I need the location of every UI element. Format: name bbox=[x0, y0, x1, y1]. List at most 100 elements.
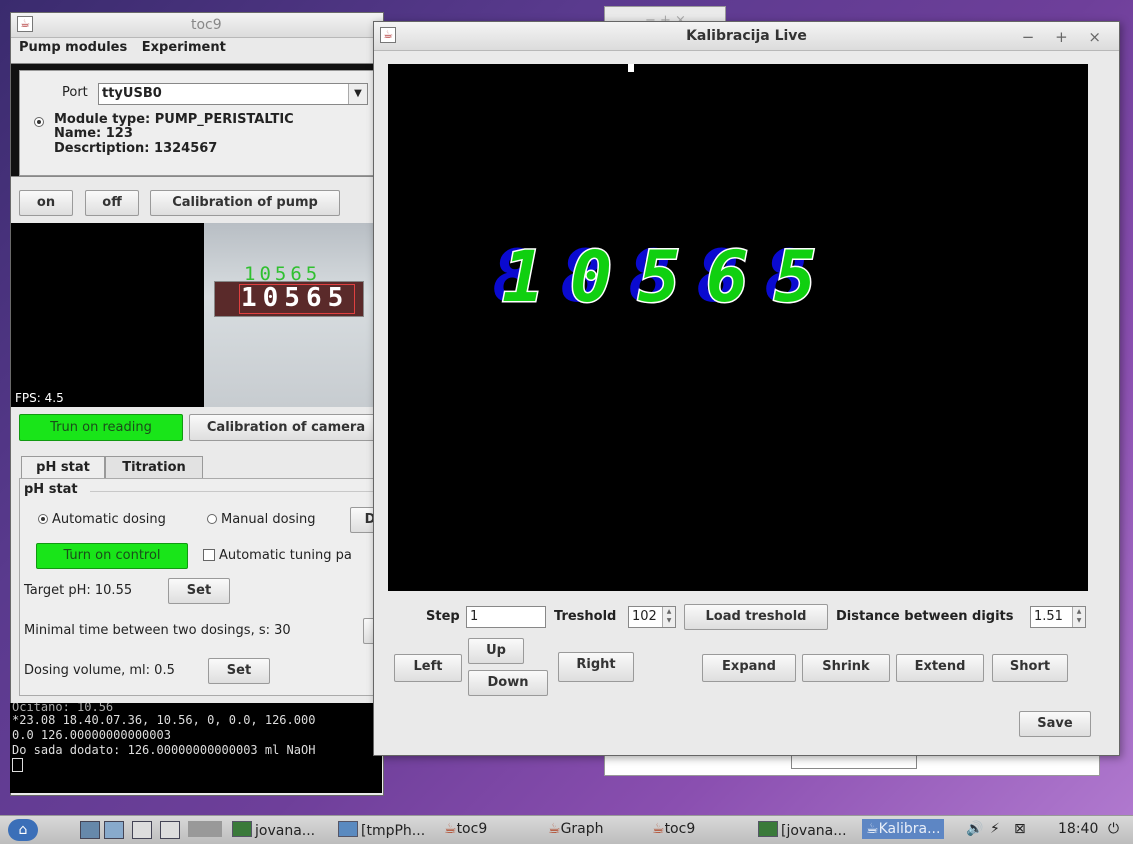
file-manager-icon[interactable] bbox=[80, 821, 100, 839]
distance-spinner[interactable]: 1.51 ▲ ▼ bbox=[1030, 606, 1086, 628]
console-line: 0.0 126.00000000000003 bbox=[12, 728, 171, 742]
on-button[interactable]: on bbox=[19, 190, 73, 216]
camera-preview-black: FPS: 4.5 bbox=[11, 223, 204, 407]
spinner-arrows-icon[interactable]: ▲ ▼ bbox=[662, 607, 675, 627]
network-icon[interactable]: ⊠ bbox=[1014, 821, 1026, 837]
dosing-volume-label: Dosing volume, ml: 0.5 bbox=[24, 663, 175, 678]
module-radio-indicator[interactable] bbox=[34, 117, 44, 127]
turn-on-control-button[interactable]: Turn on control bbox=[36, 543, 188, 569]
taskbar-item-tmpph[interactable]: [tmpPh... bbox=[338, 821, 425, 839]
java-icon: ☕ bbox=[652, 821, 665, 837]
folder-icon bbox=[338, 821, 358, 837]
step-input[interactable]: 1 bbox=[466, 606, 546, 628]
taskbar-item-kalibracija[interactable]: ☕Kalibra... bbox=[862, 819, 945, 839]
dosing-volume-set-button[interactable]: Set bbox=[208, 658, 270, 684]
auto-tuning-label: Automatic tuning pa bbox=[219, 548, 352, 563]
step-label: Step bbox=[426, 609, 460, 624]
workspace-3-icon[interactable] bbox=[188, 821, 222, 837]
taskbar-label: Kalibra... bbox=[878, 821, 941, 837]
module-type: Module type: PUMP_PERISTALTIC bbox=[54, 112, 294, 127]
chevron-down-icon[interactable]: ▼ bbox=[348, 84, 367, 104]
target-ph-set-button[interactable]: Set bbox=[168, 578, 230, 604]
tab-titration[interactable]: Titration bbox=[105, 456, 203, 479]
kalibracija-window: ☕ Kalibracija Live − + × 8180858685 Step… bbox=[373, 21, 1120, 756]
calibration-camera-button[interactable]: Calibration of camera bbox=[189, 414, 383, 441]
threshold-digit: 81 bbox=[492, 234, 558, 324]
distance-label: Distance between digits bbox=[836, 609, 1014, 624]
shrink-button[interactable]: Shrink bbox=[802, 654, 890, 682]
port-select[interactable]: ttyUSB0 ▼ bbox=[98, 83, 368, 105]
taskbar-item-graph[interactable]: ☕Graph bbox=[548, 821, 604, 837]
load-treshold-button[interactable]: Load treshold bbox=[684, 604, 828, 630]
min-time-label: Minimal time between two dosings, s: 30 bbox=[24, 623, 291, 638]
digit-value: 6 bbox=[704, 235, 749, 320]
workspace-1-icon[interactable] bbox=[132, 821, 152, 839]
left-button[interactable]: Left bbox=[394, 654, 462, 682]
expand-button[interactable]: Expand bbox=[702, 654, 796, 682]
automatic-dosing-indicator[interactable] bbox=[38, 514, 48, 524]
threshold-image-canvas: 8180858685 bbox=[388, 64, 1088, 591]
power-plug-icon[interactable]: ⚡ bbox=[990, 821, 1000, 837]
menu-experiment[interactable]: Experiment bbox=[142, 40, 226, 55]
main-window-title: toc9 bbox=[191, 17, 222, 33]
digit-row: 8180858685 bbox=[492, 234, 830, 324]
console-line: Do sada dodato: 126.00000000000003 ml Na… bbox=[12, 743, 316, 757]
tab-ph-stat[interactable]: pH stat bbox=[21, 456, 105, 479]
spinner-arrows-icon[interactable]: ▲ ▼ bbox=[1072, 607, 1085, 627]
turn-on-reading-button[interactable]: Trun on reading bbox=[19, 414, 183, 441]
start-menu-icon[interactable]: ⌂ bbox=[8, 819, 38, 841]
auto-tuning-box[interactable] bbox=[203, 549, 215, 561]
threshold-digit: 85 bbox=[764, 234, 830, 324]
ph-stat-panel: pH stat Automatic dosing Manual dosing D… bbox=[19, 478, 390, 696]
taskbar-label: jovana... bbox=[255, 823, 316, 839]
java-icon: ☕ bbox=[866, 821, 879, 837]
treshold-label: Treshold bbox=[554, 609, 617, 624]
taskbar-label: toc9 bbox=[456, 821, 488, 837]
menu-pump-modules[interactable]: Pump modules bbox=[19, 40, 127, 55]
manual-dosing-radio[interactable]: Manual dosing bbox=[207, 512, 315, 527]
clock: 18:40 bbox=[1058, 821, 1099, 837]
taskbar-item-jovana-2[interactable]: [jovana... bbox=[758, 821, 847, 839]
short-button[interactable]: Short bbox=[992, 654, 1068, 682]
manual-dosing-indicator[interactable] bbox=[207, 514, 217, 524]
taskbar-item-jovana-1[interactable]: jovana... bbox=[232, 821, 315, 839]
port-select-value: ttyUSB0 bbox=[102, 86, 162, 101]
threshold-digit: 86 bbox=[696, 234, 762, 324]
kalibracija-titlebar[interactable]: ☕ Kalibracija Live − + × bbox=[374, 22, 1119, 51]
console-line: Ocitano: 10.56 bbox=[12, 703, 114, 713]
calibration-pump-button[interactable]: Calibration of pump bbox=[150, 190, 340, 216]
window-controls[interactable]: − + × bbox=[1022, 28, 1109, 46]
module-panel-frame: Port ttyUSB0 ▼ Module type: PUMP_PERISTA… bbox=[11, 63, 383, 177]
automatic-dosing-radio[interactable]: Automatic dosing bbox=[38, 512, 166, 527]
fps-label: FPS: 4.5 bbox=[15, 391, 64, 405]
digit-detection-box bbox=[239, 284, 355, 314]
main-window: ☕ toc9 Pump modules Experiment Port ttyU… bbox=[10, 12, 390, 796]
off-button[interactable]: off bbox=[85, 190, 139, 216]
auto-tuning-checkbox[interactable]: Automatic tuning pa bbox=[203, 548, 352, 563]
taskbar-item-toc9-1[interactable]: ☕toc9 bbox=[444, 821, 487, 837]
port-label: Port bbox=[62, 85, 88, 100]
treshold-spinner[interactable]: 102 ▲ ▼ bbox=[628, 606, 676, 628]
right-button[interactable]: Right bbox=[558, 652, 634, 682]
save-button[interactable]: Save bbox=[1019, 711, 1091, 737]
workspace-2-icon[interactable] bbox=[160, 821, 180, 839]
desktop-icon[interactable] bbox=[104, 821, 124, 839]
taskbar-label: Graph bbox=[560, 821, 604, 837]
group-separator bbox=[90, 491, 384, 492]
digit-value: 1 bbox=[500, 235, 545, 320]
taskbar-label: [jovana... bbox=[781, 823, 847, 839]
power-icon[interactable]: ⏻ bbox=[1108, 821, 1119, 837]
extend-button[interactable]: Extend bbox=[896, 654, 984, 682]
taskbar-item-toc9-2[interactable]: ☕toc9 bbox=[652, 821, 695, 837]
up-button[interactable]: Up bbox=[468, 638, 524, 664]
volume-icon[interactable]: 🔊 bbox=[966, 821, 983, 837]
taskbar-label: [tmpPh... bbox=[361, 823, 426, 839]
down-button[interactable]: Down bbox=[468, 670, 548, 696]
digit-value: 5 bbox=[772, 235, 817, 320]
main-window-titlebar[interactable]: ☕ toc9 bbox=[11, 13, 383, 38]
pump-display: 10565 bbox=[214, 281, 364, 317]
terminal-icon bbox=[232, 821, 252, 837]
manual-dosing-label: Manual dosing bbox=[221, 512, 316, 527]
console-cursor bbox=[12, 758, 23, 772]
module-radio bbox=[34, 115, 48, 130]
